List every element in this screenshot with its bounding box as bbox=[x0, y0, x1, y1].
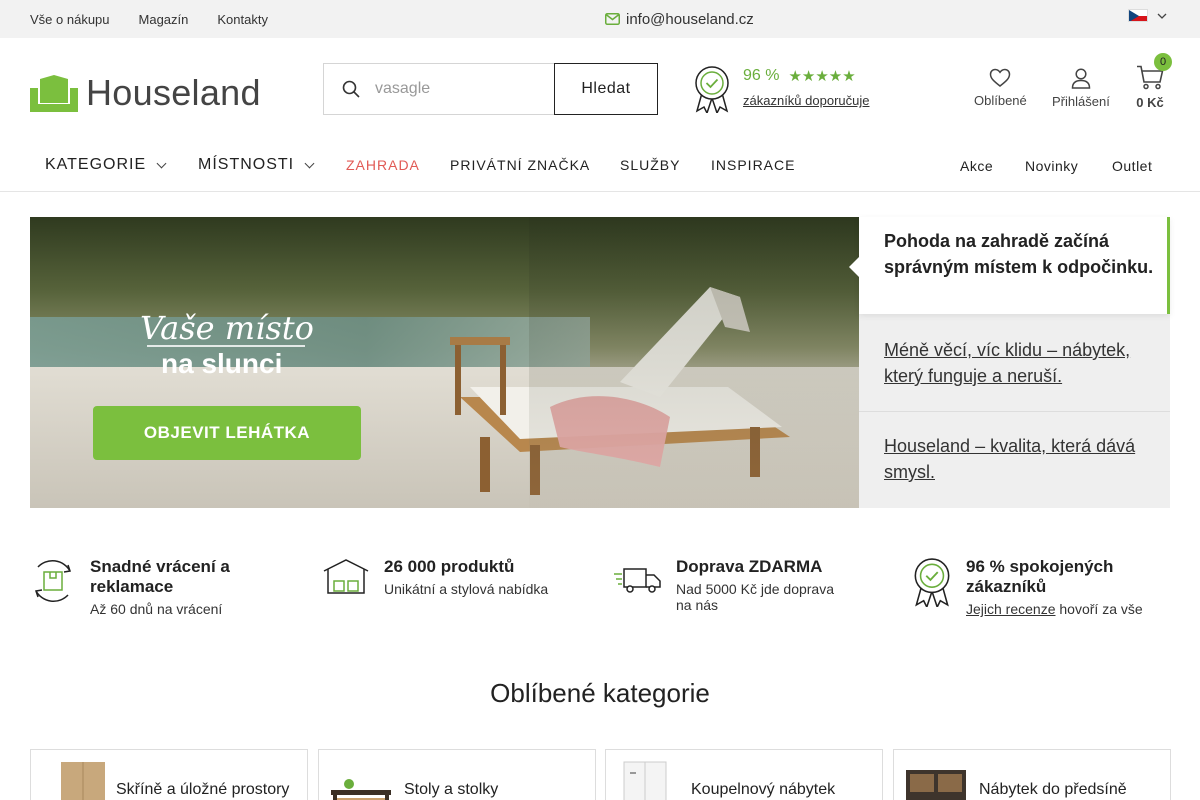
category-label: Koupelnový nábytek bbox=[691, 781, 836, 798]
favorites-button[interactable]: Oblíbené bbox=[974, 68, 1027, 108]
favorites-label: Oblíbené bbox=[974, 93, 1027, 108]
hero-banner[interactable]: Vaše místo na slunci OBJEVIT LEHÁTKA bbox=[30, 217, 859, 508]
usp-title: Doprava ZDARMA bbox=[676, 557, 823, 576]
rating-link[interactable]: zákazníků doporučuje bbox=[743, 93, 869, 108]
usp-shipping: Doprava ZDARMA Nad 5000 Kč jde doprava n… bbox=[614, 557, 846, 613]
cart-count-badge: 0 bbox=[1154, 53, 1172, 71]
login-button[interactable]: Přihlášení bbox=[1052, 68, 1110, 109]
usp-subtitle: Nad 5000 Kč jde doprava na nás bbox=[676, 581, 834, 613]
chevron-down-icon bbox=[1157, 13, 1167, 19]
search-input[interactable] bbox=[375, 80, 535, 98]
hero-slide-tab-active[interactable]: Pohoda na zahradě začíná správným místem… bbox=[849, 217, 1170, 314]
nav-categories-label: KATEGORIE bbox=[45, 156, 147, 173]
language-switcher[interactable] bbox=[1128, 9, 1167, 22]
login-label: Přihlášení bbox=[1052, 94, 1110, 109]
nav-new[interactable]: Novinky bbox=[1025, 158, 1078, 174]
search-box bbox=[323, 63, 554, 115]
hero-underline bbox=[147, 345, 305, 347]
hero-slide-list: Pohoda na zahradě začíná správným místem… bbox=[849, 217, 1170, 508]
main-nav: KATEGORIE MÍSTNOSTI ZAHRADA PRIVÁTNÍ ZNA… bbox=[0, 140, 1200, 192]
nav-services[interactable]: SLUŽBY bbox=[620, 157, 680, 173]
usp-returns: Snadné vrácení a reklamace Až 60 dnů na … bbox=[30, 557, 230, 617]
top-link-magazine[interactable]: Magazín bbox=[139, 12, 189, 27]
logo-text: Houseland bbox=[86, 72, 261, 113]
award-badge-icon bbox=[914, 558, 950, 607]
rating-percent: 96 % bbox=[743, 67, 780, 84]
czech-flag-icon bbox=[1128, 9, 1148, 22]
customer-rating: 96 % ★★★★★ zákazníků doporučuje bbox=[693, 65, 869, 113]
rating-stars-icon: ★★★★★ bbox=[788, 68, 856, 85]
search-button[interactable]: Hledat bbox=[554, 63, 658, 115]
divider bbox=[859, 411, 1170, 412]
category-card[interactable]: Stoly a stolky bbox=[318, 749, 596, 800]
nav-categories[interactable]: KATEGORIE bbox=[45, 156, 167, 174]
award-badge-icon bbox=[695, 66, 729, 113]
nav-rooms[interactable]: MÍSTNOSTI bbox=[198, 156, 315, 174]
table-image bbox=[331, 779, 391, 800]
hero-slide-tab[interactable]: Houseland – kvalita, která dává smysl. bbox=[884, 433, 1154, 485]
cart-button[interactable]: 0 Kč bbox=[1136, 65, 1164, 110]
nav-inspiration[interactable]: INSPIRACE bbox=[711, 157, 795, 173]
usp-products: 26 000 produktů Unikátní a stylová nabíd… bbox=[322, 557, 548, 597]
usp-title: Snadné vrácení a reklamace bbox=[90, 557, 230, 596]
usp-subtitle: Až 60 dnů na vrácení bbox=[90, 601, 223, 617]
top-link-about-shopping[interactable]: Vše o nákupu bbox=[30, 12, 110, 27]
search-icon bbox=[342, 80, 360, 98]
hero-cta-button[interactable]: OBJEVIT LEHÁTKA bbox=[93, 406, 361, 460]
top-bar: Vše o nákupu Magazín Kontakty info@house… bbox=[0, 0, 1200, 38]
cart-total: 0 Kč bbox=[1136, 95, 1164, 110]
category-card[interactable]: Nábytek do předsíně bbox=[893, 749, 1171, 800]
mail-icon bbox=[605, 13, 620, 25]
chevron-down-icon bbox=[156, 158, 167, 168]
bathroom-cabinet-image bbox=[623, 761, 667, 800]
usp-subtitle: hovoří za vše bbox=[1055, 601, 1143, 617]
usp-title: 96 % spokojených zákazníků bbox=[966, 557, 1114, 596]
chevron-down-icon bbox=[304, 158, 315, 168]
nav-garden[interactable]: ZAHRADA bbox=[346, 157, 420, 173]
reviews-link[interactable]: Jejich recenze bbox=[966, 601, 1056, 617]
nav-rooms-label: MÍSTNOSTI bbox=[198, 156, 295, 173]
delivery-truck-icon bbox=[614, 568, 661, 593]
usp-title: 26 000 produktů bbox=[384, 557, 515, 576]
category-card[interactable]: Skříně a úložné prostory bbox=[30, 749, 308, 800]
warehouse-icon bbox=[323, 559, 369, 594]
hero-title-script: Vaše místo bbox=[140, 309, 314, 347]
category-label: Stoly a stolky bbox=[404, 781, 499, 798]
section-title: Oblíbené kategorie bbox=[490, 678, 710, 708]
top-email[interactable]: info@houseland.cz bbox=[605, 0, 754, 38]
hero-slide-tab[interactable]: Méně věcí, víc klidu – nábytek, který fu… bbox=[884, 337, 1154, 389]
usp-subtitle: Unikátní a stylová nabídka bbox=[384, 581, 549, 597]
category-label: Skříně a úložné prostory bbox=[116, 781, 290, 798]
heart-icon bbox=[990, 68, 1011, 87]
top-links: Vše o nákupu Magazín Kontakty bbox=[30, 0, 268, 38]
nav-private-brand[interactable]: PRIVÁTNÍ ZNAČKA bbox=[450, 157, 590, 173]
nav-outlet[interactable]: Outlet bbox=[1112, 158, 1152, 174]
top-link-contacts[interactable]: Kontakty bbox=[217, 12, 268, 27]
hallway-furniture-image bbox=[906, 770, 966, 800]
house-logo-icon bbox=[30, 74, 78, 112]
logo[interactable]: Houseland bbox=[30, 72, 261, 114]
nav-sale[interactable]: Akce bbox=[960, 158, 993, 174]
category-card[interactable]: Koupelnový nábytek bbox=[605, 749, 883, 800]
wardrobe-image bbox=[61, 762, 105, 800]
hero-slide-label: Pohoda na zahradě začíná správným místem… bbox=[884, 231, 1154, 277]
hero-title-bold: na slunci bbox=[161, 348, 283, 379]
category-label: Nábytek do předsíně bbox=[979, 781, 1127, 798]
return-box-icon bbox=[35, 560, 71, 602]
email-text: info@houseland.cz bbox=[626, 10, 754, 28]
usp-satisfaction: 96 % spokojených zákazníků Jejich recenz… bbox=[912, 557, 1143, 617]
user-icon bbox=[1071, 68, 1091, 89]
